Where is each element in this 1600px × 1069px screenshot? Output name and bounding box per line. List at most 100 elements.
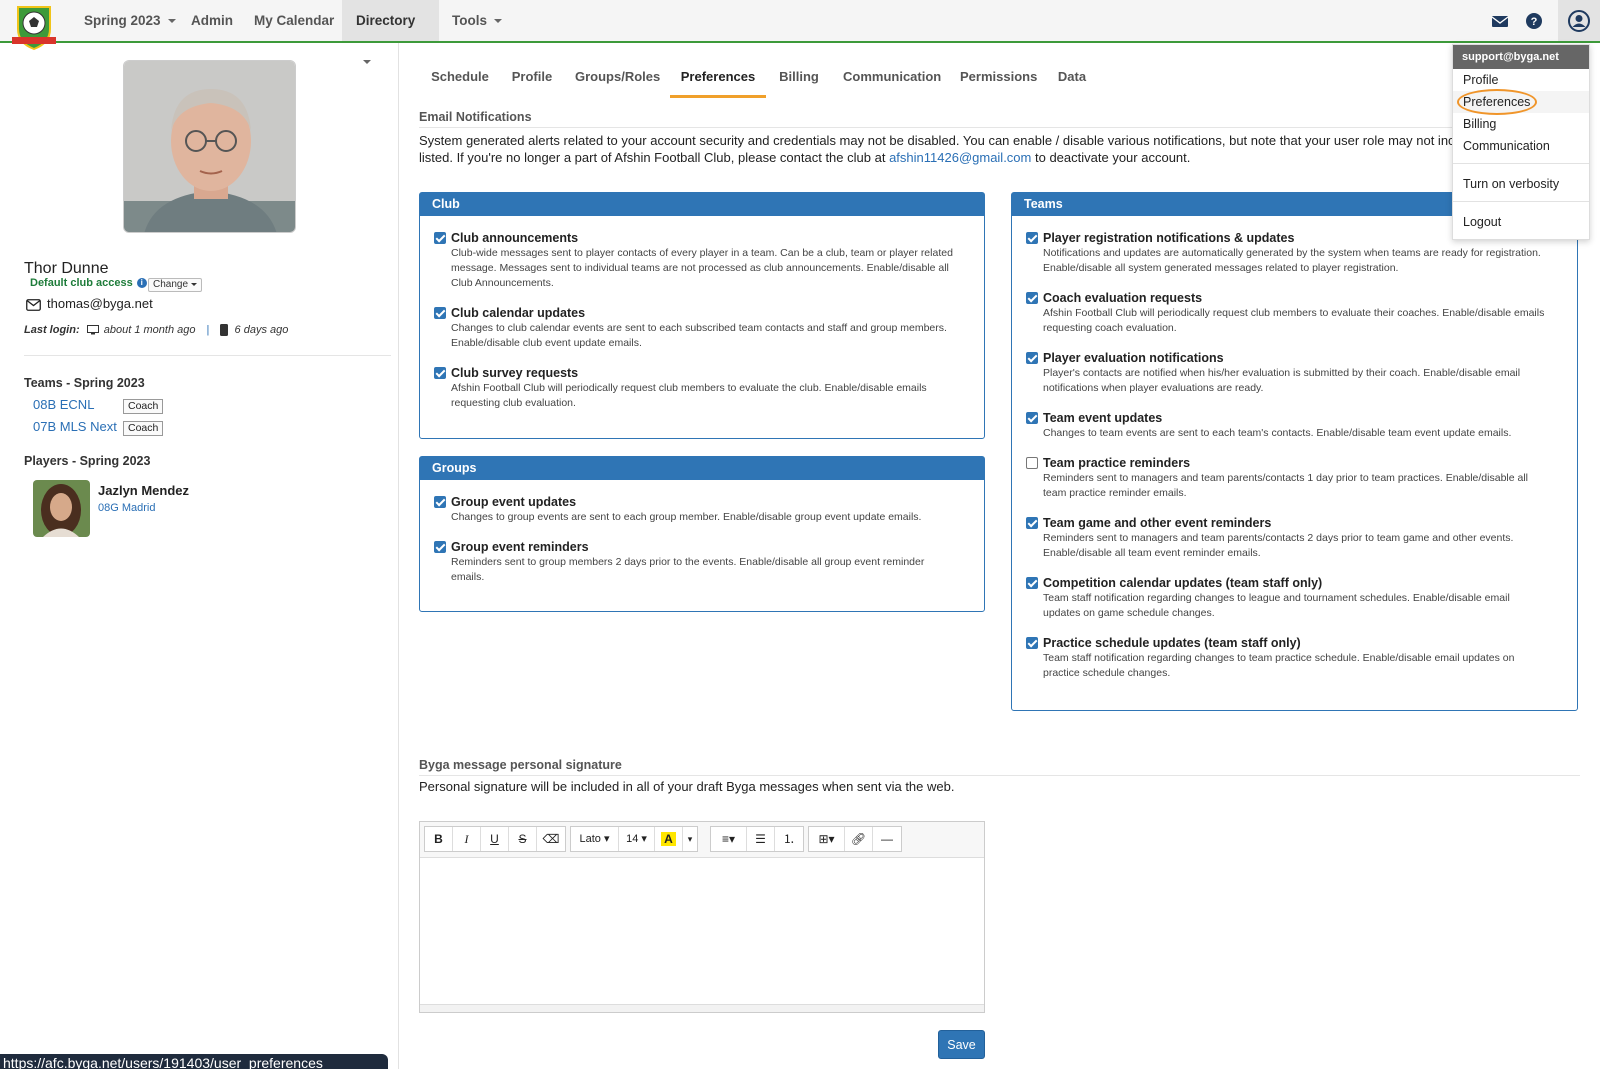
option-desc: Club-wide messages sent to player contac… (451, 247, 953, 259)
last-login-desktop: about 1 month ago (103, 324, 196, 336)
menu-item-profile[interactable]: Profile (1453, 69, 1589, 91)
option-desc: Team staff notification regarding change… (1043, 652, 1515, 664)
option-desc: message. Messages sent to individual tea… (451, 262, 949, 274)
numbered-list-icon[interactable]: ⒈ (775, 827, 803, 851)
mail-icon[interactable] (1490, 11, 1510, 31)
nav-admin[interactable]: Admin (177, 0, 247, 41)
signature-editor-area[interactable] (420, 858, 984, 998)
checkbox[interactable] (434, 541, 446, 553)
checkbox[interactable] (1026, 637, 1038, 649)
player-team-link[interactable]: 08G Madrid (98, 502, 155, 514)
tab-communication[interactable]: Communication (843, 60, 941, 98)
user-menu-button[interactable] (1558, 0, 1600, 41)
user-email: thomas@byga.net (47, 296, 153, 311)
option-desc: emails. (451, 571, 485, 583)
option-group-event-reminders: Group event reminders Reminders sent to … (434, 539, 972, 585)
checkbox[interactable] (1026, 292, 1038, 304)
teams-heading: Teams - Spring 2023 (24, 376, 145, 390)
link-icon[interactable]: 🔗︎ (845, 827, 873, 851)
role-badge: Coach (123, 399, 164, 414)
top-navbar: Spring 2023 Admin My Calendar Directory … (0, 0, 1600, 65)
underline-icon[interactable]: U (481, 827, 509, 851)
menu-item-communication[interactable]: Communication (1453, 135, 1589, 157)
last-login-row: Last login: about 1 month ago | 6 days a… (24, 324, 288, 337)
text-part: to deactivate your account. (1035, 149, 1191, 165)
user-email-row: thomas@byga.net (26, 296, 153, 311)
menu-item-billing[interactable]: Billing (1453, 113, 1589, 135)
checkbox[interactable] (1026, 232, 1038, 244)
option-desc: Changes to group events are sent to each… (451, 511, 922, 523)
email-notifications-text-line: listed. If you're no longer a part of Af… (419, 150, 1569, 167)
signature-heading: Byga message personal signature (419, 758, 622, 772)
checkbox[interactable] (434, 232, 446, 244)
tab-billing[interactable]: Billing (779, 60, 819, 98)
checkbox[interactable] (1026, 517, 1038, 529)
nav-directory[interactable]: Directory (342, 0, 439, 65)
option-desc: Enable/disable all system generated mess… (1043, 262, 1399, 274)
tab-schedule[interactable]: Schedule (430, 60, 490, 98)
option-desc: Reminders sent to managers and team pare… (1043, 472, 1529, 484)
checkbox[interactable] (1026, 457, 1038, 469)
editor-toolbar: B I U S ⌫ Lato ▾ 14 ▾ A ▾ ≡▾ ☰ ⒈ ⊞▾ 🔗︎ — (420, 822, 984, 858)
text-color-icon[interactable]: A (655, 827, 683, 851)
highlight-annotation (1457, 89, 1537, 115)
nav-my-calendar[interactable]: My Calendar (240, 0, 348, 41)
option-coach-evaluation: Coach evaluation requests Afshin Footbal… (1026, 290, 1565, 336)
team-link[interactable]: 07B MLS Next (33, 419, 117, 434)
bullet-list-icon[interactable]: ☰ (747, 827, 775, 851)
eraser-icon[interactable]: ⌫ (537, 827, 565, 851)
directory-label: Directory (356, 13, 416, 28)
groups-panel: Groups Group event updates Changes to gr… (419, 456, 985, 612)
menu-item-logout[interactable]: Logout (1453, 211, 1589, 233)
checkbox[interactable] (1026, 412, 1038, 424)
player-name[interactable]: Jazlyn Mendez (98, 483, 189, 498)
tab-data[interactable]: Data (1056, 60, 1088, 98)
envelope-icon (26, 298, 41, 311)
checkbox[interactable] (1026, 577, 1038, 589)
option-desc: team practice reminder emails. (1043, 487, 1187, 499)
status-bar-url: https://afc.byga.net/users/191403/user_p… (0, 1054, 388, 1069)
editor-resize-handle[interactable] (420, 1004, 984, 1012)
email-notifications-text: System generated alerts related to your … (419, 133, 1569, 166)
option-desc: requesting club evaluation. (451, 397, 576, 409)
checkbox[interactable] (434, 367, 446, 379)
chevron-down-icon (191, 282, 198, 286)
user-avatar-icon (1568, 10, 1590, 32)
user-dropdown-menu: support@byga.net Profile Preferences Bil… (1452, 44, 1590, 240)
info-icon[interactable]: i (136, 278, 147, 289)
option-title: Club survey requests (451, 366, 579, 380)
save-button[interactable]: Save (938, 1030, 985, 1059)
checkbox[interactable] (434, 496, 446, 508)
nav-tools[interactable]: Tools (438, 0, 516, 41)
change-label: Change (153, 279, 189, 290)
tab-groups-roles[interactable]: Groups/Roles (575, 60, 660, 98)
font-family-select[interactable]: Lato ▾ (571, 827, 619, 851)
profile-photo (123, 60, 296, 233)
divider (24, 355, 391, 356)
color-dropdown-icon[interactable]: ▾ (683, 827, 697, 851)
option-player-evaluation: Player evaluation notifications Player's… (1026, 350, 1565, 396)
players-heading: Players - Spring 2023 (24, 454, 151, 468)
italic-icon[interactable]: I (453, 827, 481, 851)
team-link[interactable]: 08B ECNL (33, 397, 94, 412)
tab-preferences[interactable]: Preferences (670, 60, 766, 98)
option-desc: Team staff notification regarding change… (1043, 592, 1510, 604)
option-desc: Reminders sent to group members 2 days p… (451, 556, 925, 568)
horizontal-rule-icon[interactable]: — (873, 827, 901, 851)
checkbox[interactable] (1026, 352, 1038, 364)
role-badge: Coach (123, 421, 164, 436)
align-icon[interactable]: ≡▾ (711, 827, 747, 851)
tab-permissions[interactable]: Permissions (960, 60, 1037, 98)
strikethrough-icon[interactable]: S (509, 827, 537, 851)
player-avatar[interactable] (33, 480, 90, 537)
change-access-button[interactable]: Change (148, 278, 203, 292)
menu-item-verbosity[interactable]: Turn on verbosity (1453, 173, 1589, 195)
checkbox[interactable] (434, 307, 446, 319)
bold-icon[interactable]: B (425, 827, 453, 851)
help-icon[interactable]: ? (1524, 11, 1544, 31)
contact-email-link[interactable]: afshin11426@gmail.com (889, 150, 1031, 165)
font-size-select[interactable]: 14 ▾ (619, 827, 655, 851)
table-icon[interactable]: ⊞▾ (809, 827, 845, 851)
tab-profile[interactable]: Profile (509, 60, 555, 98)
season-menu[interactable]: Spring 2023 (70, 0, 190, 41)
